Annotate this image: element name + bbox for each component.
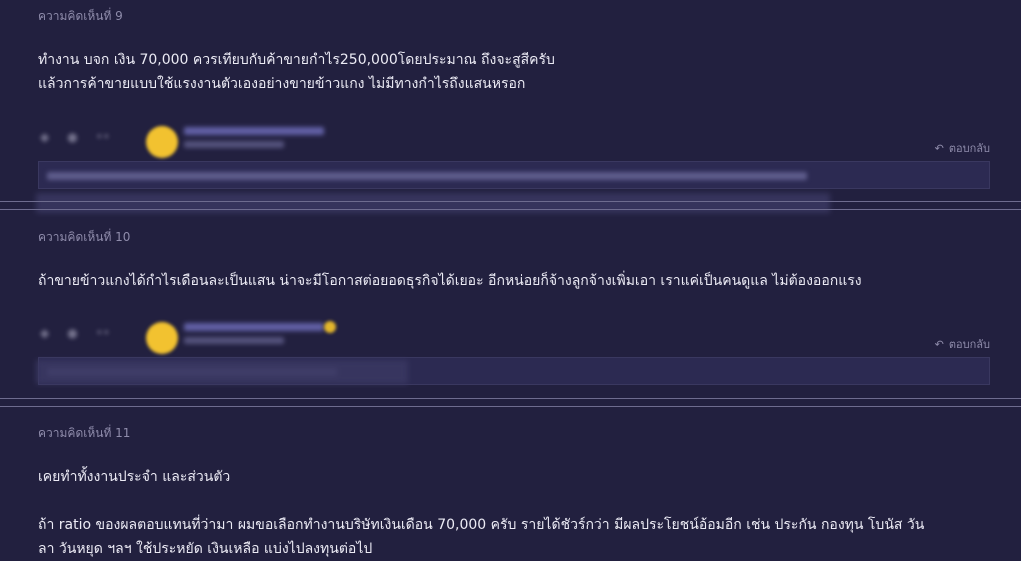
member-badge-icon xyxy=(324,321,336,333)
blurred-region xyxy=(36,360,408,384)
comment-body: ทำงาน บจก เงิน 70,000 ควรเทียบกับค้าขายก… xyxy=(38,48,555,96)
avatar[interactable] xyxy=(146,322,178,354)
divider xyxy=(0,201,1021,202)
comment-tools: ◆ ● •• xyxy=(40,326,110,340)
divider xyxy=(0,209,1021,210)
comment-number: ความคิดเห็นที่ 9 xyxy=(38,9,123,23)
comment-line: ลา วันหยุด ฯลฯ ใช้ประหยัด เงินเหลือ แบ่ง… xyxy=(38,541,373,557)
comment-line: แล้วการค้าขายแบบใช้แรงงานตัวเองอย่างขายข… xyxy=(38,76,526,92)
comment-line: ถ้าขายข้าวแกงได้กำไรเดือนละเป็นแสน น่าจะ… xyxy=(38,273,862,289)
comment-tools: ◆ ● •• xyxy=(40,130,110,144)
comment-line: ถ้า ratio ของผลตอบแทนที่ว่ามา ผมขอเลือกท… xyxy=(38,517,925,533)
sub-reply-box[interactable] xyxy=(38,161,990,189)
smile-icon[interactable]: ● xyxy=(67,130,77,144)
divider xyxy=(0,398,1021,399)
divider xyxy=(0,406,1021,407)
reply-button[interactable]: ↶ ตอบกลับ xyxy=(935,335,990,353)
more-icon[interactable]: •• xyxy=(96,326,110,340)
reply-arrow-icon: ↶ xyxy=(934,338,944,351)
comment-line: ทำงาน บจก เงิน 70,000 ควรเทียบกับค้าขายก… xyxy=(38,52,555,68)
comment-number: ความคิดเห็นที่ 11 xyxy=(38,426,131,440)
user-meta xyxy=(184,127,324,148)
more-icon[interactable]: •• xyxy=(96,130,110,144)
smile-icon[interactable]: ● xyxy=(67,326,77,340)
thumb-icon[interactable]: ◆ xyxy=(40,326,49,340)
thumb-icon[interactable]: ◆ xyxy=(40,130,49,144)
blurred-region xyxy=(36,193,830,213)
reply-button[interactable]: ↶ ตอบกลับ xyxy=(935,139,990,157)
comment-body: ถ้าขายข้าวแกงได้กำไรเดือนละเป็นแสน น่าจะ… xyxy=(38,269,862,293)
avatar[interactable] xyxy=(146,126,178,158)
reply-arrow-icon: ↶ xyxy=(934,142,944,155)
comment-number: ความคิดเห็นที่ 10 xyxy=(38,230,131,244)
comment-line: เคยทำทั้งงานประจำ และส่วนตัว xyxy=(38,469,231,485)
comment-body: เคยทำทั้งงานประจำ และส่วนตัว ถ้า ratio ข… xyxy=(38,465,924,561)
user-meta xyxy=(184,323,324,344)
